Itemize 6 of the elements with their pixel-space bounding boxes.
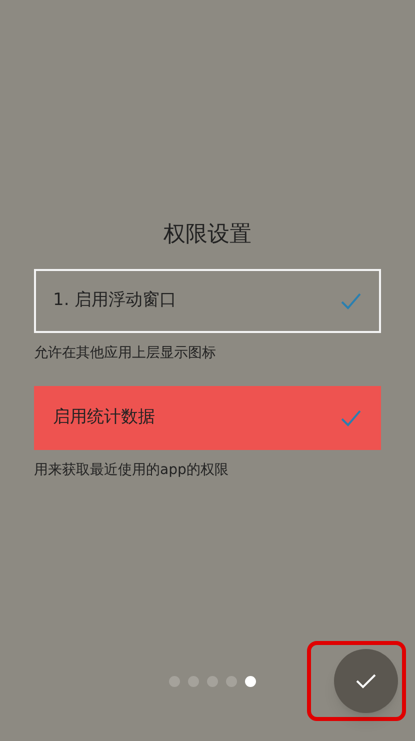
check-icon [355, 673, 377, 689]
permission-description: 用来获取最近使用的app的权限 [34, 461, 230, 480]
permission-description: 允许在其他应用上层显示图标 [34, 344, 217, 363]
permission-toggle[interactable]: 启用统计数据 [34, 386, 381, 450]
page-title: 权限设置 [164, 221, 252, 249]
permission-toggle[interactable]: 1. 启用浮动窗口 [34, 269, 381, 333]
